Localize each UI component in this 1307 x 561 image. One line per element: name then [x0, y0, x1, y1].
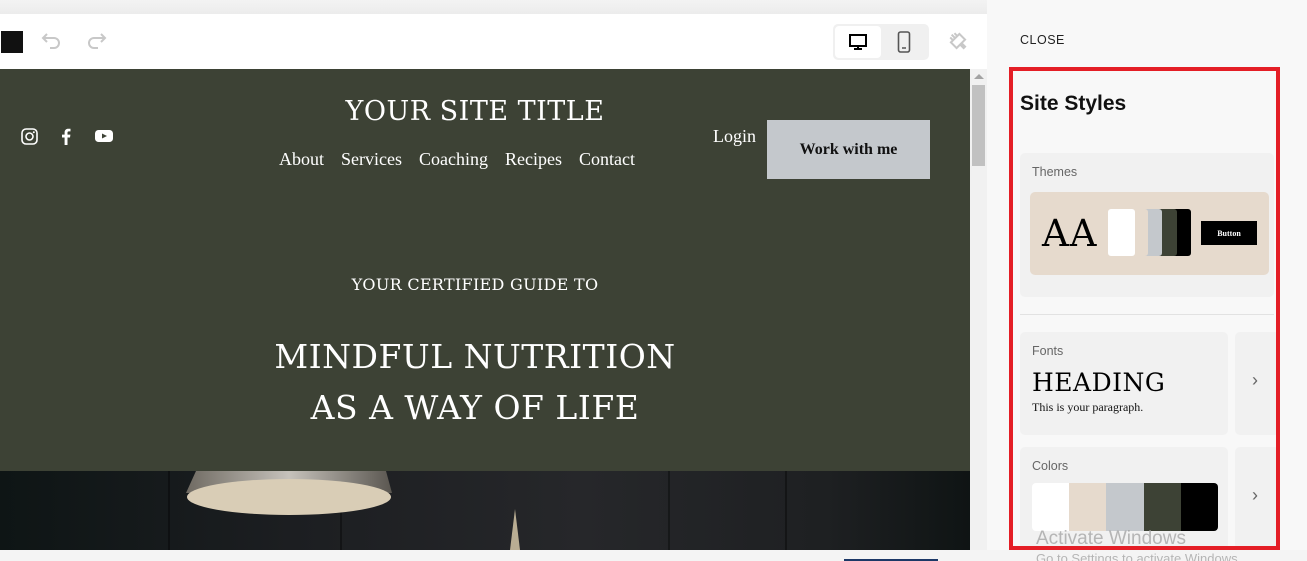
- hero-section: YOUR SITE TITLE About Services Coaching …: [0, 69, 970, 471]
- nav-recipes[interactable]: Recipes: [505, 149, 562, 170]
- photo-shadow-line: [785, 471, 787, 550]
- hero-image: [0, 471, 970, 550]
- activate-windows-watermark: Activate Windows: [1036, 528, 1186, 549]
- lamp-shape: [186, 471, 392, 515]
- undo-icon[interactable]: [39, 28, 65, 54]
- photo-shadow-line: [668, 471, 670, 550]
- desktop-icon: [849, 34, 867, 50]
- mobile-view-button[interactable]: [881, 26, 927, 58]
- photo-shadow-line: [168, 471, 170, 550]
- scroll-thumb[interactable]: [972, 85, 985, 166]
- nav-about[interactable]: About: [279, 149, 324, 170]
- login-link[interactable]: Login: [713, 126, 756, 147]
- hero-headline-line1: MINDFUL NUTRITION: [274, 337, 676, 376]
- activate-windows-subtext: Go to Settings to activate Windows.: [1036, 551, 1242, 561]
- annotation-highlight-box: [1009, 67, 1280, 550]
- nav-contact[interactable]: Contact: [579, 149, 635, 170]
- facebook-icon[interactable]: [57, 127, 75, 145]
- paint-brush-icon[interactable]: [945, 28, 971, 54]
- hero-headline: MINDFUL NUTRITION AS A WAY OF LIFE: [0, 331, 950, 433]
- editor-toolbar: [0, 14, 987, 69]
- scroll-up-arrow-icon[interactable]: [974, 74, 984, 79]
- exit-square-icon[interactable]: [1, 31, 23, 53]
- site-styles-panel: CLOSE Site Styles Themes AA Button Fonts…: [987, 0, 1307, 550]
- site-preview: YOUR SITE TITLE About Services Coaching …: [0, 69, 970, 550]
- desktop-view-button[interactable]: [835, 26, 881, 58]
- youtube-icon[interactable]: [95, 127, 113, 145]
- work-with-me-button[interactable]: Work with me: [767, 120, 930, 179]
- nav-coaching[interactable]: Coaching: [419, 149, 488, 170]
- preview-scrollbar[interactable]: [970, 69, 987, 550]
- mobile-icon: [897, 31, 911, 53]
- site-nav: About Services Coaching Recipes Contact: [279, 149, 635, 170]
- app-root: YOUR SITE TITLE About Services Coaching …: [0, 0, 1307, 561]
- hero-headline-line2: AS A WAY OF LIFE: [310, 388, 640, 427]
- pendant-light-shape: [510, 509, 520, 550]
- editor-area: YOUR SITE TITLE About Services Coaching …: [0, 14, 987, 550]
- close-button[interactable]: CLOSE: [1020, 33, 1065, 47]
- nav-services[interactable]: Services: [341, 149, 402, 170]
- instagram-icon[interactable]: [20, 127, 38, 145]
- hero-kicker: YOUR CERTIFIED GUIDE TO: [351, 275, 599, 294]
- window-top-strip: [0, 0, 987, 14]
- redo-icon[interactable]: [83, 28, 109, 54]
- device-toggle: [833, 24, 929, 60]
